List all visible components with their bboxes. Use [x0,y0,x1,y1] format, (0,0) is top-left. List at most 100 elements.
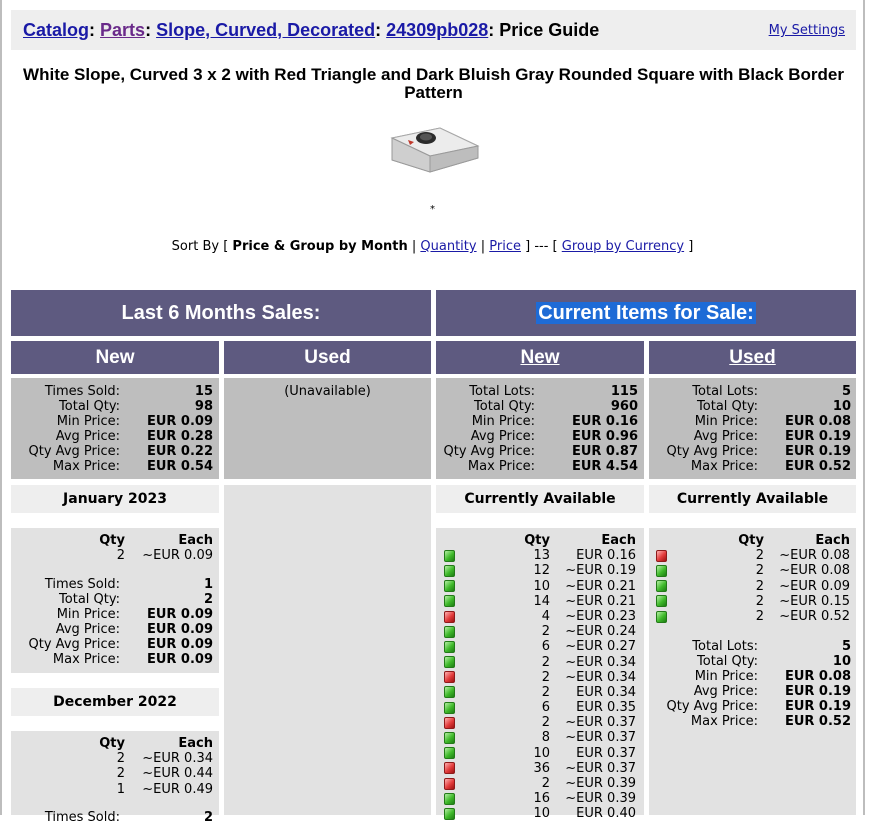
each-cell: EUR 0.40 [576,806,636,822]
table-row[interactable]: 1 ~EUR 0.49 [16,782,213,797]
table-row[interactable]: 2 ~EUR 0.15 [656,594,850,609]
table-row[interactable]: 2 ~EUR 0.08 [656,563,850,578]
summary-row: Qty Avg Price: EUR 0.19 [654,444,851,459]
sort-sep: | [411,239,417,254]
breadcrumb-catalog[interactable]: Catalog [23,20,89,40]
table-row[interactable]: 16 ~EUR 0.39 [444,791,636,806]
summary-row: Max Price: EUR 0.54 [16,459,213,474]
part-image[interactable] [388,124,480,180]
table-row[interactable]: 14 ~EUR 0.21 [444,594,636,609]
table-row[interactable]: 10 ~EUR 0.21 [444,579,636,594]
summary-value: 5 [841,639,851,654]
sort-quantity-link[interactable]: Quantity [420,239,476,254]
flag-cell [444,761,458,776]
table-row[interactable]: 12 ~EUR 0.19 [444,563,636,578]
summary-label: Times Sold: [44,577,120,592]
summary-row: Max Price: EUR 0.09 [16,652,213,667]
each-cell: ~EUR 0.52 [779,608,850,624]
table-row[interactable]: 2 ~EUR 0.39 [444,776,636,791]
table-row[interactable]: 2 ~EUR 0.08 [656,548,850,563]
table-row[interactable]: 8 ~EUR 0.37 [444,730,636,745]
each-cell: ~EUR 0.09 [142,548,213,564]
my-settings-link[interactable]: My Settings [769,23,845,38]
table-row[interactable]: 2 ~EUR 0.24 [444,624,636,639]
green-cube-icon [656,564,667,577]
table-row[interactable]: 10 EUR 0.40 [444,806,636,821]
table-row[interactable]: 2 ~EUR 0.34 [444,655,636,670]
summary-label: Total Qty: [697,654,758,669]
table-row[interactable]: 2 ~EUR 0.52 [656,609,850,624]
current-used-available-header: Currently Available [649,485,856,513]
qty-cell: 2 [755,578,764,594]
each-column-header: Each [178,736,213,751]
flag-cell [444,548,458,563]
each-column-header: Each [815,533,850,548]
each-cell: ~EUR 0.24 [565,624,636,640]
each-cell: ~EUR 0.37 [565,715,636,731]
table-row[interactable]: 2 ~EUR 0.09 [16,548,213,563]
table-row[interactable]: 10 EUR 0.37 [444,746,636,761]
summary-label: Min Price: [694,414,758,429]
last6-used-body [224,485,431,815]
sort-prefix: Sort By [ [171,239,229,254]
sort-price-link[interactable]: Price [489,239,521,254]
table-row[interactable]: 2 ~EUR 0.34 [444,670,636,685]
table-row[interactable]: 2 ~EUR 0.44 [16,766,213,781]
summary-label: Qty Avg Price: [666,444,758,459]
table-row[interactable]: 2 ~EUR 0.34 [16,751,213,766]
summary-row: Total Qty: 960 [441,399,638,414]
summary-row: Total Lots: 5 [654,639,851,654]
breadcrumb-parts[interactable]: Parts [100,20,145,40]
table-row[interactable]: 4 ~EUR 0.23 [444,609,636,624]
current-items-label: Current Items for Sale: [536,302,756,324]
each-cell: ~EUR 0.39 [565,776,636,791]
table-row[interactable]: 2 ~EUR 0.09 [656,579,850,594]
summary-label: Qty Avg Price: [666,699,758,714]
red-cube-icon [444,671,455,684]
current-used-link[interactable]: Used [729,347,775,368]
qty-cell: 2 [541,669,550,685]
table-row[interactable]: 36 ~EUR 0.37 [444,761,636,776]
january-2023-table: Qty Each 2 ~EUR 0.09 [16,533,213,563]
summary-label: Max Price: [52,652,120,667]
breadcrumb: Catalog: Parts: Slope, Curved, Decorated… [23,20,599,41]
breadcrumb-bar: Catalog: Parts: Slope, Curved, Decorated… [11,10,856,50]
current-new-link[interactable]: New [520,347,559,368]
summary-row: Qty Avg Price: EUR 0.09 [16,637,213,652]
summary-row: Times Sold: 2 [16,810,213,825]
breadcrumb-item[interactable]: 24309pb028 [386,20,488,40]
qty-cell: 36 [533,760,550,776]
flag-cell [444,594,458,609]
current-new-available-header: Currently Available [436,485,644,513]
flag-cell [444,700,458,715]
flag-column-header [656,533,670,548]
summary-label: Times Sold: [44,384,120,399]
flag-cell [444,609,458,624]
last6-used-unavailable: (Unavailable) [284,384,371,399]
summary-label: Avg Price: [693,429,758,444]
table-row[interactable]: 13 EUR 0.16 [444,548,636,563]
summary-row: Qty Avg Price: EUR 0.22 [16,444,213,459]
breadcrumb-category[interactable]: Slope, Curved, Decorated [156,20,375,40]
summary-value: EUR 0.16 [571,414,638,429]
flag-cell [444,806,458,821]
flag-cell [444,791,458,806]
table-row[interactable]: 2 EUR 0.34 [444,685,636,700]
green-cube-icon [444,686,455,699]
qty-cell: 2 [541,776,550,791]
page-title: White Slope, Curved 3 x 2 with Red Trian… [23,65,844,102]
summary-row: Min Price: EUR 0.09 [16,414,213,429]
each-cell: ~EUR 0.49 [142,781,213,797]
group-by-currency-link[interactable]: Group by Currency [562,239,684,254]
red-cube-icon [444,716,455,729]
summary-row: Min Price: EUR 0.09 [16,607,213,622]
summary-label: Qty Avg Price: [28,637,120,652]
table-row[interactable]: 6 ~EUR 0.27 [444,639,636,654]
flag-cell [444,655,458,670]
summary-label: Avg Price: [693,684,758,699]
january-2023-summary: Times Sold: 1 Total Qty: 2 Min Price: EUR 0.0… [16,577,213,667]
table-header-row: Qty Each [16,736,213,751]
table-row[interactable]: 2 ~EUR 0.37 [444,715,636,730]
summary-value: EUR 0.28 [146,429,213,444]
table-row[interactable]: 6 EUR 0.35 [444,700,636,715]
